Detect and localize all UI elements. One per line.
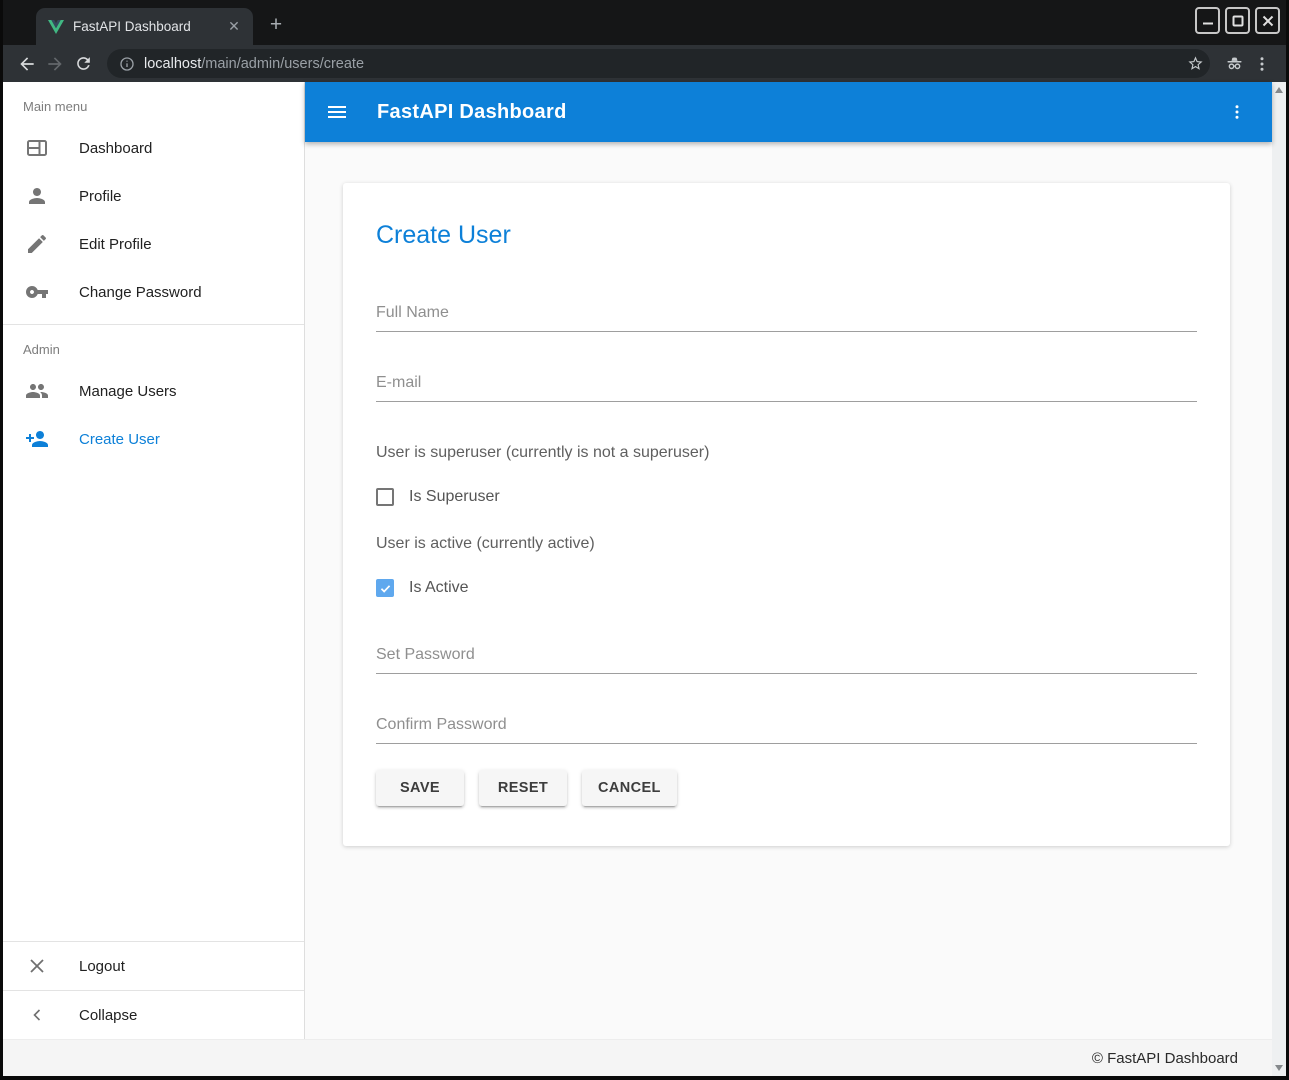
page-viewport: Main menu Dashboard Profile: [3, 82, 1286, 1076]
sidebar-section-header: Main menu: [3, 82, 304, 124]
browser-menu-icon[interactable]: [1248, 50, 1276, 78]
sidebar-item-edit-profile[interactable]: Edit Profile: [3, 220, 304, 268]
hamburger-menu-icon[interactable]: [325, 100, 349, 124]
active-checkbox-label: Is Active: [409, 579, 469, 597]
sidebar-item-label: Create User: [79, 431, 160, 448]
superuser-checkbox-label: Is Superuser: [409, 488, 500, 506]
browser-window: FastAPI Dashboard ✕ +: [0, 0, 1289, 1080]
active-hint: User is active (currently active): [376, 535, 1197, 553]
url-host: localhost: [144, 56, 201, 72]
appbar-menu-icon[interactable]: [1222, 97, 1252, 127]
sidebar: Main menu Dashboard Profile: [3, 82, 305, 1039]
sidebar-item-label: Edit Profile: [79, 236, 152, 253]
window-controls: [1195, 7, 1280, 34]
sidebar-item-profile[interactable]: Profile: [3, 172, 304, 220]
person-add-icon: [25, 427, 49, 451]
cancel-button[interactable]: CANCEL: [582, 770, 677, 806]
app-bar: FastAPI Dashboard: [305, 82, 1272, 142]
superuser-checkbox[interactable]: [376, 488, 394, 506]
sidebar-item-label: Logout: [79, 958, 125, 975]
sidebar-item-dashboard[interactable]: Dashboard: [3, 124, 304, 172]
key-icon: [25, 280, 49, 304]
sidebar-item-label: Profile: [79, 188, 122, 205]
confirm-password-input[interactable]: [376, 716, 1197, 744]
scroll-up-icon[interactable]: [1275, 87, 1283, 93]
sidebar-section-header: Admin: [3, 325, 304, 367]
back-icon[interactable]: [13, 50, 41, 78]
web-icon: [25, 136, 49, 160]
minimize-button[interactable]: [1195, 7, 1220, 34]
email-field-wrapper: [376, 374, 1197, 402]
full-name-field-wrapper: [376, 304, 1197, 332]
scrollbar[interactable]: [1272, 82, 1286, 1076]
page-title: Create User: [376, 221, 1197, 250]
tab-strip: FastAPI Dashboard ✕ +: [3, 0, 1286, 45]
maximize-button[interactable]: [1225, 7, 1250, 34]
chevron-left-icon: [25, 1003, 49, 1027]
reset-button[interactable]: RESET: [479, 770, 567, 806]
forward-icon[interactable]: [41, 50, 69, 78]
person-icon: [25, 184, 49, 208]
vue-logo-icon: [48, 20, 64, 34]
new-tab-button[interactable]: +: [263, 12, 289, 38]
create-user-card: Create User User is superuser (currently…: [343, 183, 1230, 846]
tab-close-icon[interactable]: ✕: [225, 18, 243, 36]
sidebar-item-label: Manage Users: [79, 383, 177, 400]
browser-toolbar: localhost/main/admin/users/create: [3, 45, 1286, 82]
active-checkbox[interactable]: [376, 579, 394, 597]
address-bar[interactable]: localhost/main/admin/users/create: [107, 49, 1210, 78]
app-title: FastAPI Dashboard: [377, 101, 567, 124]
sidebar-item-label: Collapse: [79, 1007, 137, 1024]
scroll-down-icon[interactable]: [1275, 1065, 1283, 1071]
set-password-field-wrapper: [376, 646, 1197, 674]
footer-text: © FastAPI Dashboard: [1092, 1050, 1238, 1067]
set-password-input[interactable]: [376, 646, 1197, 674]
sidebar-item-logout[interactable]: Logout: [3, 942, 304, 990]
form-actions: SAVE RESET CANCEL: [376, 770, 1197, 806]
confirm-password-field-wrapper: [376, 716, 1197, 744]
url-path: /main/admin/users/create: [201, 56, 364, 72]
superuser-hint: User is superuser (currently is not a su…: [376, 444, 1197, 462]
sidebar-item-label: Change Password: [79, 284, 202, 301]
sidebar-item-manage-users[interactable]: Manage Users: [3, 367, 304, 415]
active-checkbox-row[interactable]: Is Active: [376, 579, 1197, 597]
sidebar-item-change-password[interactable]: Change Password: [3, 268, 304, 316]
main-area: FastAPI Dashboard Create User: [305, 82, 1272, 1039]
sidebar-item-collapse[interactable]: Collapse: [3, 991, 304, 1039]
site-info-icon[interactable]: [119, 56, 135, 72]
pencil-icon: [25, 232, 49, 256]
email-input[interactable]: [376, 374, 1197, 402]
save-button[interactable]: SAVE: [376, 770, 464, 806]
reload-icon[interactable]: [69, 50, 97, 78]
sidebar-bottom: Logout Collapse: [3, 941, 304, 1039]
url-text: localhost/main/admin/users/create: [144, 56, 1178, 72]
page-footer: © FastAPI Dashboard: [3, 1039, 1272, 1076]
close-window-button[interactable]: [1255, 7, 1280, 34]
incognito-icon: [1220, 50, 1248, 78]
browser-tab[interactable]: FastAPI Dashboard ✕: [36, 8, 253, 45]
full-name-input[interactable]: [376, 304, 1197, 332]
superuser-checkbox-row[interactable]: Is Superuser: [376, 488, 1197, 506]
sidebar-item-label: Dashboard: [79, 140, 152, 157]
content-area: Create User User is superuser (currently…: [305, 142, 1272, 1039]
tab-title: FastAPI Dashboard: [73, 19, 216, 34]
sidebar-item-create-user[interactable]: Create User: [3, 415, 304, 463]
people-icon: [25, 379, 49, 403]
bookmark-star-icon[interactable]: [1187, 55, 1204, 72]
close-icon: [25, 954, 49, 978]
